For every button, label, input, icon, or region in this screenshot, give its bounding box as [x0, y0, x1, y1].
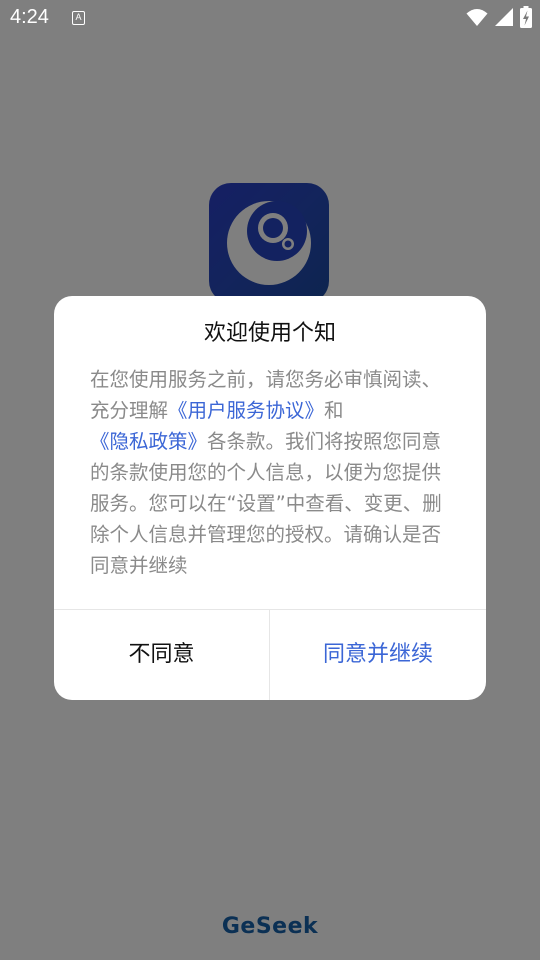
- privacy-dialog: 欢迎使用个知 在您使用服务之前，请您务必审慎阅读、充分理解《用户服务协议》和《隐…: [54, 296, 486, 700]
- dialog-title: 欢迎使用个知: [203, 321, 336, 346]
- status-icons: [466, 6, 532, 28]
- signal-icon: [495, 8, 513, 26]
- dialog-body: 在您使用服务之前，请您务必审慎阅读、充分理解《用户服务协议》和《隐私政策》各条款…: [90, 364, 452, 581]
- battery-charging-icon: [520, 6, 532, 28]
- status-time: 4:24: [10, 6, 49, 28]
- body-text-and: 和: [324, 399, 344, 422]
- app-screen: GeSeek 4:24 A 欢迎使用个知 在您使用服务之前，请您务必审慎阅读、充…: [0, 0, 540, 960]
- a-icon: A: [72, 11, 85, 25]
- user-agreement-link[interactable]: 《用户服务协议》: [168, 399, 324, 422]
- disagree-button[interactable]: 不同意: [54, 610, 269, 700]
- privacy-policy-link[interactable]: 《隐私政策》: [90, 430, 207, 453]
- wifi-icon: [466, 9, 488, 26]
- status-bar: 4:24 A: [0, 0, 540, 36]
- agree-continue-button[interactable]: 同意并继续: [270, 610, 486, 700]
